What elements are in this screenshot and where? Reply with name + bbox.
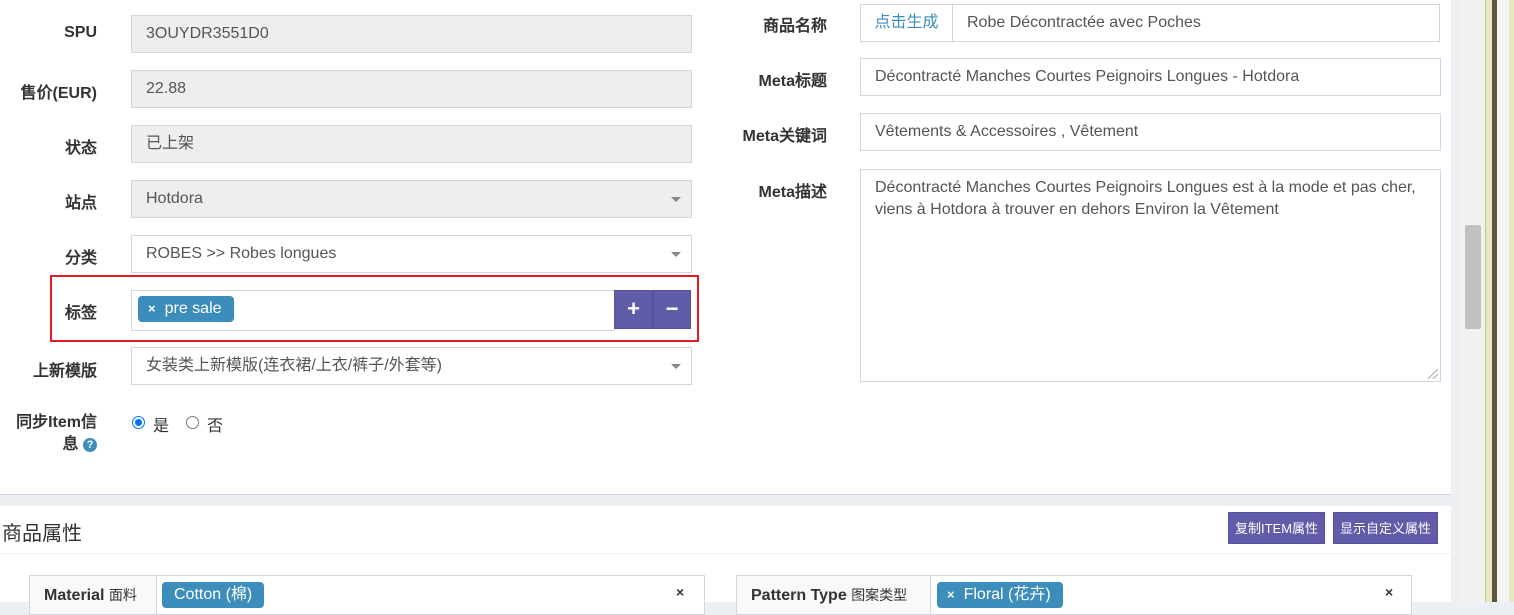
remove-tag-icon[interactable]: × [947, 587, 955, 602]
attribute-pattern-type: Pattern Type 图案类型 × Floral (花卉) × [736, 575, 1412, 615]
template-value: 女装类上新模版(连衣裙/上衣/裤子/外套等) [146, 357, 442, 374]
attribute-name: Material 面料 [30, 576, 157, 614]
sync-no-radio[interactable] [186, 416, 199, 429]
tag-chip-label: pre sale [164, 300, 222, 317]
status-label: 状态 [64, 140, 97, 157]
price-label: 售价(EUR) [20, 85, 97, 102]
generate-name-link[interactable]: 点击生成 [860, 4, 953, 42]
tag-chip[interactable]: × pre sale [138, 296, 234, 322]
chevron-down-icon [671, 364, 681, 369]
remove-tag-icon[interactable]: × [148, 301, 156, 316]
attribute-value-chip[interactable]: × Floral (花卉) [937, 582, 1063, 608]
copy-item-attributes-button[interactable]: 复制ITEM属性 [1228, 512, 1326, 544]
site-value: Hotdora [146, 190, 203, 207]
product-name-label: 商品名称 [762, 18, 827, 35]
close-icon[interactable]: × [676, 584, 684, 600]
chevron-down-icon [671, 252, 681, 257]
template-label: 上新模版 [32, 363, 97, 380]
plus-icon: + [627, 296, 640, 321]
minus-icon: − [665, 296, 679, 321]
sync-item-label-line1: 同步Item信 [16, 414, 97, 431]
attribute-value-chip[interactable]: Cotton (棉) [162, 582, 265, 608]
template-select[interactable]: 女装类上新模版(连衣裙/上衣/裤子/外套等) [131, 347, 692, 385]
attributes-title: 商品属性 [2, 523, 82, 545]
meta-description-label: Meta描述 [758, 184, 827, 201]
meta-title-field[interactable]: Décontracté Manches Courtes Peignoirs Lo… [860, 58, 1441, 96]
meta-keywords-label: Meta关键词 [742, 128, 827, 145]
attribute-name: Pattern Type 图案类型 [737, 576, 931, 614]
sync-item-label: 同步Item信 息 ? [0, 412, 97, 456]
divider [0, 553, 1451, 554]
sync-no-label: 否 [207, 418, 224, 435]
spu-field: 3OUYDR3551D0 [131, 15, 692, 53]
status-field: 已上架 [131, 125, 692, 163]
category-value: ROBES >> Robes longues [146, 245, 337, 262]
meta-keywords-field[interactable]: Vêtements & Accessoires , Vêtement [860, 113, 1441, 151]
remove-tag-button[interactable]: − [653, 290, 691, 329]
sync-item-label-line2: 息 ? [0, 434, 97, 456]
category-label: 分类 [64, 250, 97, 267]
attribute-material: Material 面料 Cotton (棉) × [29, 575, 705, 615]
sync-yes-label: 是 [153, 418, 170, 435]
spu-label: SPU [64, 24, 97, 41]
meta-description-text: Décontracté Manches Courtes Peignoirs Lo… [875, 179, 1416, 218]
site-select[interactable]: Hotdora [131, 180, 692, 218]
help-icon[interactable]: ? [83, 438, 97, 452]
outer-scrollbar[interactable] [1497, 0, 1509, 602]
sync-yes-radio[interactable] [132, 416, 145, 429]
tags-label: 标签 [64, 305, 97, 322]
price-field: 22.88 [131, 70, 692, 108]
site-label: 站点 [64, 195, 97, 212]
show-custom-attributes-button[interactable]: 显示自定义属性 [1333, 512, 1439, 544]
attributes-panel: 商品属性 复制ITEM属性 显示自定义属性 Material 面料 Cotton… [0, 506, 1451, 615]
resize-handle-icon[interactable] [1428, 369, 1438, 379]
product-name-field[interactable]: Robe Décontractée avec Poches [952, 4, 1440, 42]
meta-description-textarea[interactable]: Décontracté Manches Courtes Peignoirs Lo… [860, 169, 1441, 382]
product-form-panel: SPU 3OUYDR3551D0 售价(EUR) 22.88 状态 已上架 站点… [0, 0, 1451, 495]
page-scrollbar-thumb[interactable] [1465, 225, 1481, 329]
category-select[interactable]: ROBES >> Robes longues [131, 235, 692, 273]
close-icon[interactable]: × [1385, 584, 1393, 600]
add-tag-button[interactable]: + [614, 290, 653, 329]
chevron-down-icon [671, 197, 681, 202]
meta-title-label: Meta标题 [758, 73, 827, 90]
